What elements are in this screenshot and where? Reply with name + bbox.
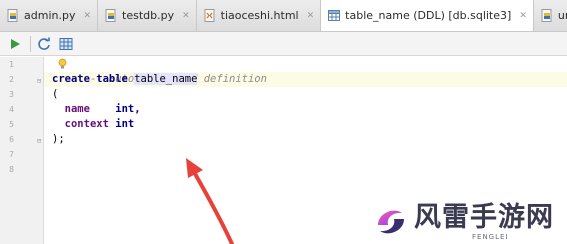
python-file-icon — [541, 9, 552, 22]
python-file-icon — [7, 9, 18, 22]
line-number-gutter: 1 2 3 4 5 6 7 8 ⊟ ⊟ — [0, 57, 44, 244]
line-number: 8 — [9, 165, 14, 174]
line-number: 6 — [9, 135, 14, 144]
fold-marker-icon[interactable]: ⊟ — [37, 138, 44, 145]
tab-label: urls.p — [557, 9, 567, 22]
line-number: 2 — [9, 75, 14, 84]
tab-admin-py[interactable]: admin.py ✕ — [0, 0, 99, 31]
watermark-title: 风雷手游网 — [414, 202, 554, 233]
tab-label: table_name (DDL) [db.sqlite3] — [345, 9, 512, 22]
close-icon[interactable]: ✕ — [83, 11, 91, 21]
table-icon — [328, 10, 341, 21]
lightbulb-icon[interactable] — [58, 58, 67, 70]
refresh-icon — [38, 37, 50, 50]
tab-label: tiaoceshi.html — [220, 9, 299, 22]
code-line-6: ); — [52, 132, 65, 147]
table-grid-icon — [59, 37, 73, 50]
tab-urls-py[interactable]: urls.p — [533, 0, 567, 31]
close-icon[interactable]: ✕ — [307, 11, 315, 21]
code-table-identifier: table_name — [134, 73, 198, 85]
tab-testdb-py[interactable]: testdb.py ✕ — [98, 0, 197, 31]
toolbar-divider — [30, 35, 31, 52]
code-line-2: create table table_name — [52, 72, 198, 87]
code-punctuation: ); — [52, 133, 65, 145]
code-line-4: name int, — [52, 102, 141, 117]
line-number: 7 — [9, 150, 14, 159]
code-keyword: create table — [52, 73, 135, 85]
code-column-type: int, — [115, 103, 141, 115]
editor-toolbar — [0, 32, 567, 56]
line-number: 5 — [9, 120, 14, 129]
fenglei-logo-icon — [378, 210, 404, 234]
close-icon[interactable]: ✕ — [182, 11, 190, 21]
tab-table-name-ddl[interactable]: table_name (DDL) [db.sqlite3] ✕ — [321, 0, 534, 31]
tab-label: admin.py — [24, 9, 76, 22]
line-number: 1 — [9, 60, 14, 69]
watermark-subtitle: FENGLEI — [472, 233, 509, 241]
python-file-icon — [105, 9, 116, 22]
run-icon — [11, 38, 20, 49]
editor-tab-bar: admin.py ✕ testdb.py ✕ tiaoceshi.html ✕ — [0, 0, 567, 32]
code-column-name: context — [64, 118, 109, 130]
close-icon[interactable]: ✕ — [519, 11, 527, 21]
code-column-name: name — [64, 103, 90, 115]
line-number: 4 — [9, 105, 14, 114]
code-line-5: context int — [52, 117, 135, 132]
code-line-3: ( — [52, 87, 58, 102]
site-watermark: 风雷手游网 FENGLEI — [372, 200, 567, 244]
refresh-button[interactable] — [35, 35, 53, 53]
code-column-type: int — [115, 118, 135, 130]
run-button[interactable] — [6, 35, 24, 53]
fold-marker-icon[interactable]: ⊟ — [37, 78, 44, 85]
line-number: 3 — [9, 90, 14, 99]
code-line-1: -- auto-generated definition — [52, 57, 267, 85]
tab-label: testdb.py — [122, 9, 175, 22]
ide-window: admin.py ✕ testdb.py ✕ tiaoceshi.html ✕ — [0, 0, 567, 244]
tab-tiaoceshi-html[interactable]: tiaoceshi.html ✕ — [196, 0, 322, 31]
code-punctuation: ( — [52, 88, 59, 100]
table-view-button[interactable] — [57, 35, 75, 53]
html-file-icon — [204, 9, 215, 22]
